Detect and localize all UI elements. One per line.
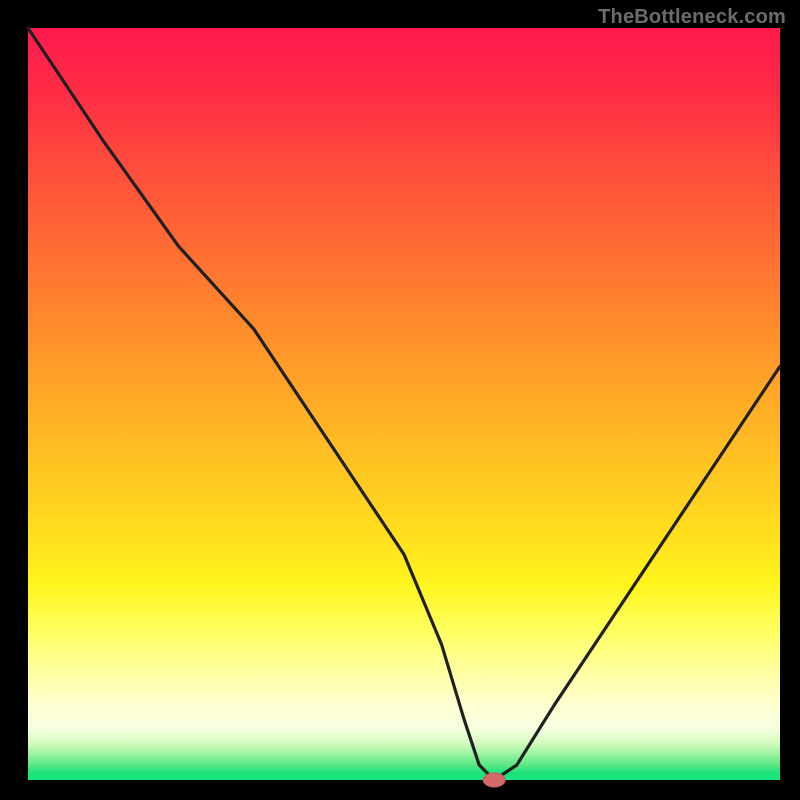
curve-path [28, 28, 780, 780]
bottleneck-curve [28, 28, 780, 780]
optimum-marker [483, 773, 505, 787]
plot-area [28, 28, 780, 780]
watermark-text: TheBottleneck.com [598, 6, 786, 29]
chart-frame: TheBottleneck.com [0, 0, 800, 800]
